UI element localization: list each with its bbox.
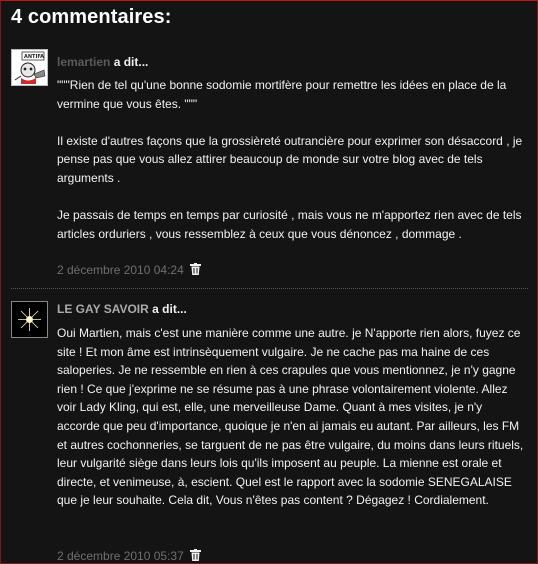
star-burst-avatar-icon[interactable] (11, 301, 48, 338)
comment-body: Oui Martien, mais c'est une manière comm… (57, 324, 527, 510)
comment-author-link[interactable]: lemartien (57, 55, 110, 69)
comment-divider (11, 288, 528, 289)
comment-said-label: a dit... (152, 302, 187, 316)
cartoon-avatar-icon[interactable]: ANTIFA (11, 49, 48, 86)
comment-timestamp-link[interactable]: 2 décembre 2010 05:37 (57, 549, 184, 563)
comment-author-link[interactable]: LE GAY SAVOIR (57, 302, 149, 316)
comment-paragraph: """Rien de tel qu'une bonne sodomie mort… (57, 78, 507, 111)
trash-icon[interactable] (190, 549, 202, 564)
comments-heading: 4 commentaires: (11, 6, 172, 28)
svg-text:ANTIFA: ANTIFA (24, 54, 44, 60)
comment-said-label: a dit... (113, 55, 149, 69)
comment-paragraph: Il existe d'autres façons que la grossiè… (57, 133, 523, 185)
comment-body: """Rien de tel qu'une bonne sodomie mort… (57, 76, 527, 243)
trash-icon[interactable] (190, 263, 202, 278)
comment-paragraph: Oui Martien, mais c'est une manière comm… (57, 326, 524, 508)
comment-timestamp-link[interactable]: 2 décembre 2010 04:24 (57, 263, 184, 277)
comment-paragraph: Je passais de temps en temps par curiosi… (57, 208, 522, 241)
